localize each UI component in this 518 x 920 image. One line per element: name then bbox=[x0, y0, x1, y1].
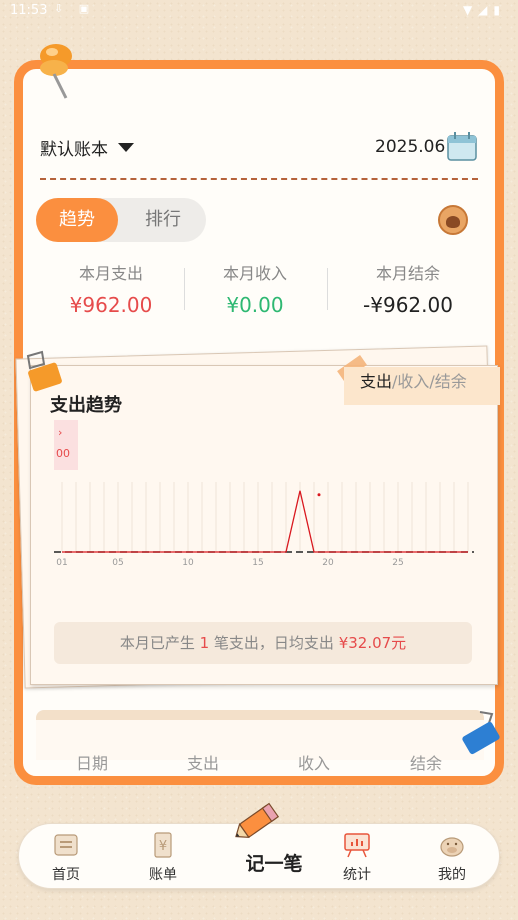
tab-income-balance[interactable]: /收入/结余 bbox=[392, 372, 467, 391]
caret-down-icon bbox=[118, 143, 134, 152]
pig-face-icon bbox=[440, 837, 464, 857]
hint-count: 1 bbox=[199, 634, 210, 652]
col-income: 收入 bbox=[297, 754, 330, 773]
summary-separator bbox=[327, 268, 328, 310]
nav-mine-label: 我的 bbox=[438, 867, 466, 883]
binder-clip-icon bbox=[26, 350, 62, 392]
balance-value: -¥962.00 bbox=[363, 293, 453, 317]
x-tick-label: 15 bbox=[252, 558, 263, 568]
balance-label: 本月结余 bbox=[375, 264, 440, 283]
binder-clip-icon bbox=[462, 711, 500, 755]
book-selector[interactable]: 默认账本 bbox=[40, 135, 134, 160]
month-label[interactable]: 2025.06 bbox=[375, 137, 445, 157]
hint-amount: ¥32.07元 bbox=[338, 634, 407, 652]
tab-trend[interactable]: 趋势 bbox=[36, 198, 118, 242]
dashed-divider bbox=[40, 178, 478, 180]
pushpin-icon bbox=[40, 44, 72, 99]
x-tick-label: 05 bbox=[112, 558, 123, 568]
status-time: 11:53 bbox=[10, 3, 48, 18]
expense-trend-chart: 01 05 10 15 20 25 bbox=[54, 482, 474, 568]
daily-table-header: 日期 支出 收入 结余 bbox=[36, 710, 484, 773]
col-balance: 结余 bbox=[409, 754, 442, 773]
nav-record[interactable]: 记一笔 bbox=[229, 849, 319, 876]
nav-stats[interactable]: 统计 bbox=[324, 832, 390, 884]
series-line bbox=[62, 490, 468, 553]
data-point bbox=[317, 493, 321, 497]
expense-value: ¥962.00 bbox=[69, 293, 153, 317]
nav-stats-label: 统计 bbox=[343, 867, 371, 883]
nav-bills[interactable]: ¥ 账单 bbox=[130, 832, 196, 884]
tooltip-value: 00 bbox=[56, 447, 70, 460]
expense-hint: 本月已产生 1 笔支出，日均支出 ¥32.07元 bbox=[54, 622, 472, 664]
calendar-icon[interactable] bbox=[445, 130, 479, 162]
notification-icons: ⇩ ▣ bbox=[54, 2, 96, 15]
hint-middle: 笔支出，日均支出 bbox=[209, 634, 339, 652]
expense-label: 本月支出 bbox=[78, 264, 143, 283]
system-icons: ▼◢▮ bbox=[462, 3, 506, 17]
col-date: 日期 bbox=[75, 754, 108, 773]
chart-title: 支出趋势 bbox=[50, 395, 122, 416]
tab-ranking[interactable]: 排行 bbox=[126, 198, 200, 242]
income-value: ¥0.00 bbox=[226, 293, 284, 317]
x-tick-label: 10 bbox=[182, 558, 194, 568]
view-segment: 趋势 排行 bbox=[36, 198, 206, 242]
x-tick-label: 01 bbox=[56, 558, 67, 568]
summary-income: 本月收入 ¥0.00 bbox=[180, 260, 330, 317]
col-expense: 支出 bbox=[186, 754, 219, 773]
home-icon bbox=[54, 834, 78, 856]
book-name: 默认账本 bbox=[40, 140, 108, 160]
tab-expense[interactable]: 支出 bbox=[360, 372, 392, 391]
tooltip-arrow: › bbox=[58, 426, 63, 439]
nav-home-label: 首页 bbox=[52, 867, 80, 883]
nav-bills-label: 账单 bbox=[149, 867, 177, 883]
hint-prefix: 本月已产生 bbox=[119, 634, 200, 652]
x-tick-label: 25 bbox=[392, 558, 403, 568]
bill-icon: ¥ bbox=[154, 832, 172, 858]
pencil-icon bbox=[235, 802, 280, 839]
x-tick-label: 20 bbox=[322, 558, 334, 568]
month-summary: 本月支出 ¥962.00 本月收入 ¥0.00 本月结余 -¥962.00 bbox=[36, 260, 486, 320]
avatar-face-icon bbox=[446, 216, 460, 228]
summary-expense: 本月支出 ¥962.00 bbox=[36, 260, 186, 317]
avatar[interactable] bbox=[438, 205, 468, 235]
nav-mine[interactable]: 我的 bbox=[419, 832, 485, 884]
chart-type-switcher[interactable]: 支出/收入/结余 bbox=[344, 367, 500, 405]
stats-board-icon bbox=[344, 833, 370, 858]
chart-tooltip: › 00 bbox=[54, 420, 78, 470]
nav-home[interactable]: 首页 bbox=[33, 832, 99, 884]
income-label: 本月收入 bbox=[222, 264, 287, 283]
summary-balance: 本月结余 -¥962.00 bbox=[333, 260, 483, 317]
svg-text:¥: ¥ bbox=[159, 839, 167, 854]
status-bar: 11:53 ⇩ ▣ ▼◢▮ bbox=[0, 0, 518, 22]
